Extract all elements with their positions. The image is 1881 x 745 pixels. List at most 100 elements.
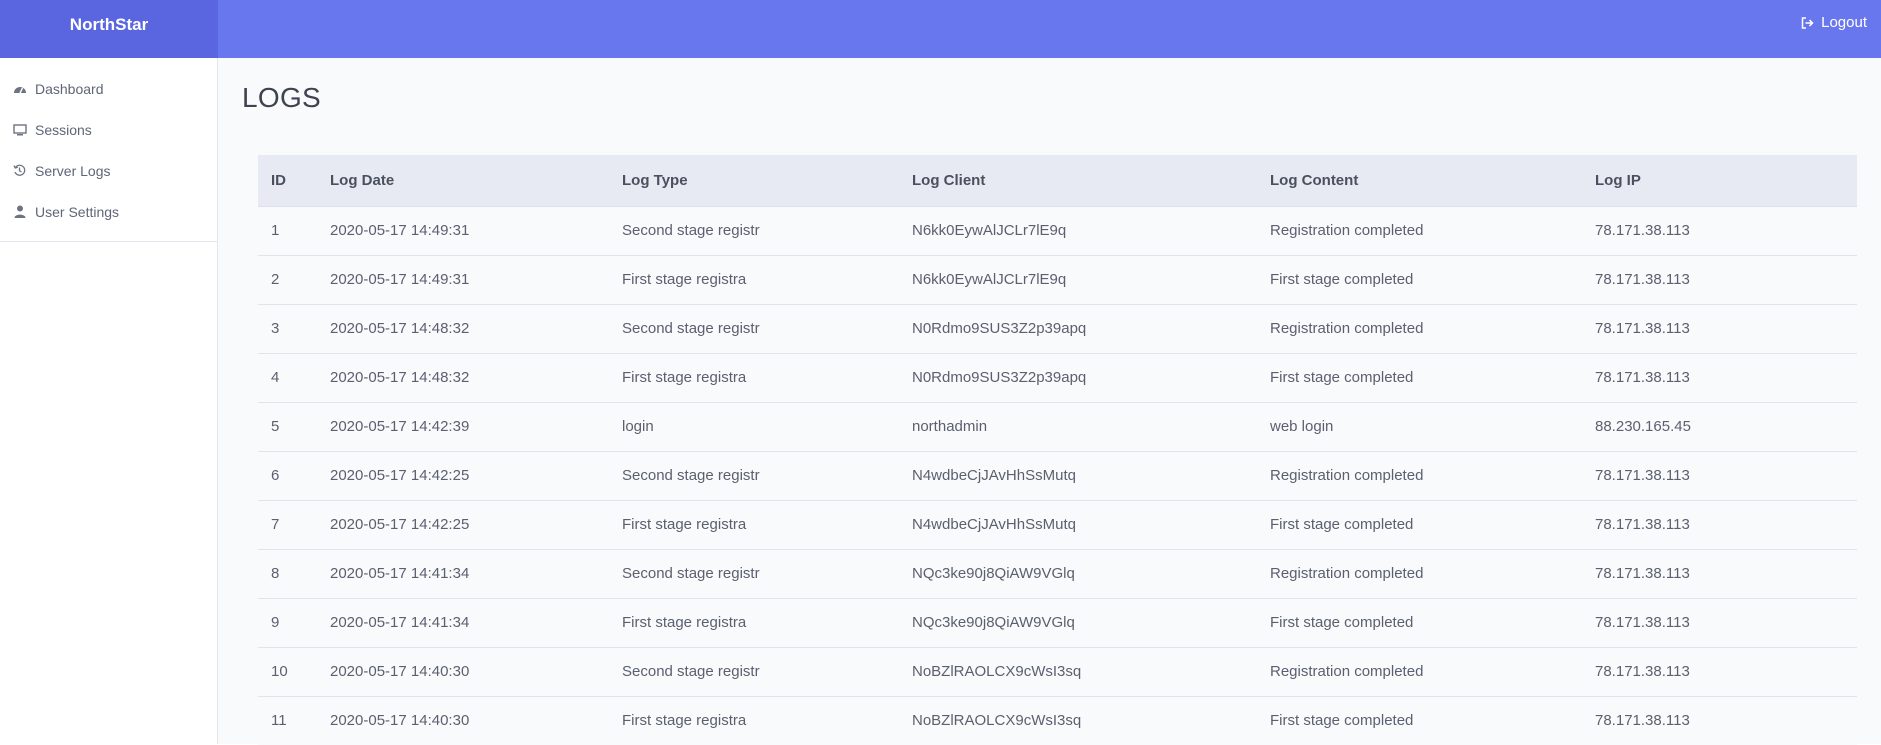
cell-log-content: Registration completed [1257, 646, 1582, 696]
cell-log-type: Second stage registr [609, 548, 899, 598]
cell-log-date: 2020-05-17 14:42:39 [317, 401, 609, 451]
cell-log-content: First stage completed [1257, 352, 1582, 402]
logout-button[interactable]: Logout [1801, 14, 1867, 31]
sidebar-item-sessions[interactable]: Sessions [0, 109, 217, 150]
cell-log-date: 2020-05-17 14:42:25 [317, 450, 609, 500]
cell-id: 2 [258, 254, 317, 304]
cell-id: 9 [258, 597, 317, 647]
table-row: 9 2020-05-17 14:41:34 First stage regist… [258, 597, 1857, 647]
history-icon [11, 162, 28, 179]
monitor-icon [11, 121, 28, 138]
cell-log-date: 2020-05-17 14:41:34 [317, 597, 609, 647]
table-row: 4 2020-05-17 14:48:32 First stage regist… [258, 352, 1857, 402]
cell-log-type: First stage registra [609, 499, 899, 549]
cell-log-type: First stage registra [609, 695, 899, 745]
cell-id: 6 [258, 450, 317, 500]
cell-log-date: 2020-05-17 14:48:32 [317, 303, 609, 353]
cell-log-ip: 78.171.38.113 [1582, 450, 1857, 500]
cell-log-content: Registration completed [1257, 548, 1582, 598]
cell-log-content: First stage completed [1257, 254, 1582, 304]
cell-id: 8 [258, 548, 317, 598]
cell-log-ip: 78.171.38.113 [1582, 352, 1857, 402]
cell-id: 7 [258, 499, 317, 549]
table-row: 6 2020-05-17 14:42:25 Second stage regis… [258, 450, 1857, 500]
cell-log-content: web login [1257, 401, 1582, 451]
user-icon [11, 203, 28, 220]
cell-log-type: First stage registra [609, 597, 899, 647]
cell-id: 4 [258, 352, 317, 402]
cell-log-type: First stage registra [609, 352, 899, 402]
sidebar-item-label: User Settings [35, 203, 120, 220]
cell-id: 11 [258, 695, 317, 745]
cell-log-content: First stage completed [1257, 695, 1582, 745]
table-row: 10 2020-05-17 14:40:30 Second stage regi… [258, 646, 1857, 696]
cell-log-type: Second stage registr [609, 646, 899, 696]
dashboard-icon [11, 80, 28, 97]
cell-log-date: 2020-05-17 14:49:31 [317, 254, 609, 304]
sidebar-item-label: Sessions [35, 121, 92, 138]
cell-log-ip: 78.171.38.113 [1582, 646, 1857, 696]
brand-logo[interactable]: NorthStar [0, 0, 218, 58]
cell-log-ip: 78.171.38.113 [1582, 254, 1857, 304]
cell-log-client: N6kk0EywAlJCLr7lE9q [899, 205, 1257, 255]
cell-log-client: NoBZlRAOLCX9cWsI3sq [899, 646, 1257, 696]
cell-log-client: NQc3ke90j8QiAW9VGlq [899, 548, 1257, 598]
cell-log-date: 2020-05-17 14:48:32 [317, 352, 609, 402]
logs-table-container: ID Log Date Log Type Log Client Log Cont… [258, 155, 1857, 745]
column-header-log-content[interactable]: Log Content [1257, 155, 1582, 206]
table-row: 8 2020-05-17 14:41:34 Second stage regis… [258, 548, 1857, 598]
column-header-log-type[interactable]: Log Type [609, 155, 899, 206]
cell-log-type: Second stage registr [609, 450, 899, 500]
table-row: 2 2020-05-17 14:49:31 First stage regist… [258, 254, 1857, 304]
cell-log-date: 2020-05-17 14:49:31 [317, 205, 609, 255]
page-title: LOGS [242, 82, 322, 113]
cell-id: 5 [258, 401, 317, 451]
cell-log-client: N4wdbeCjJAvHhSsMutq [899, 499, 1257, 549]
cell-log-ip: 78.171.38.113 [1582, 499, 1857, 549]
logout-label: Logout [1821, 14, 1867, 31]
cell-log-date: 2020-05-17 14:40:30 [317, 646, 609, 696]
cell-log-type: Second stage registr [609, 205, 899, 255]
table-body: 1 2020-05-17 14:49:31 Second stage regis… [258, 205, 1857, 745]
cell-log-date: 2020-05-17 14:42:25 [317, 499, 609, 549]
cell-log-ip: 78.171.38.113 [1582, 303, 1857, 353]
sidebar-item-label: Dashboard [35, 80, 104, 97]
cell-log-type: login [609, 401, 899, 451]
column-header-log-ip[interactable]: Log IP [1582, 155, 1857, 206]
column-header-log-date[interactable]: Log Date [317, 155, 609, 206]
cell-log-content: First stage completed [1257, 499, 1582, 549]
top-bar: NorthStar Logout [0, 0, 1881, 58]
cell-log-client: northadmin [899, 401, 1257, 451]
column-header-id[interactable]: ID [258, 155, 317, 206]
column-header-log-client[interactable]: Log Client [899, 155, 1257, 206]
cell-log-type: Second stage registr [609, 303, 899, 353]
cell-log-client: NoBZlRAOLCX9cWsI3sq [899, 695, 1257, 745]
cell-log-ip: 78.171.38.113 [1582, 695, 1857, 745]
cell-log-content: Registration completed [1257, 303, 1582, 353]
logs-table: ID Log Date Log Type Log Client Log Cont… [258, 155, 1857, 745]
main-content: LOGS ID Log Date Log Type Log Client Log… [218, 58, 1881, 745]
sidebar-item-label: Server Logs [35, 162, 111, 179]
cell-log-client: N0Rdmo9SUS3Z2p39apq [899, 352, 1257, 402]
table-header-row: ID Log Date Log Type Log Client Log Cont… [258, 155, 1857, 206]
cell-log-ip: 78.171.38.113 [1582, 548, 1857, 598]
cell-log-date: 2020-05-17 14:41:34 [317, 548, 609, 598]
cell-log-content: Registration completed [1257, 450, 1582, 500]
sidebar-item-server-logs[interactable]: Server Logs [0, 150, 217, 191]
cell-log-client: NQc3ke90j8QiAW9VGlq [899, 597, 1257, 647]
cell-log-client: N6kk0EywAlJCLr7lE9q [899, 254, 1257, 304]
cell-id: 3 [258, 303, 317, 353]
cell-id: 10 [258, 646, 317, 696]
table-row: 11 2020-05-17 14:40:30 First stage regis… [258, 695, 1857, 745]
cell-log-content: Registration completed [1257, 205, 1582, 255]
cell-id: 1 [258, 205, 317, 255]
sidebar-item-dashboard[interactable]: Dashboard [0, 68, 217, 109]
cell-log-ip: 78.171.38.113 [1582, 597, 1857, 647]
sidebar-item-user-settings[interactable]: User Settings [0, 191, 217, 232]
table-row: 7 2020-05-17 14:42:25 First stage regist… [258, 499, 1857, 549]
sidebar: Dashboard Sessions Server Logs User Sett… [0, 58, 218, 744]
cell-log-date: 2020-05-17 14:40:30 [317, 695, 609, 745]
cell-log-ip: 88.230.165.45 [1582, 401, 1857, 451]
table-row: 3 2020-05-17 14:48:32 Second stage regis… [258, 303, 1857, 353]
logout-icon [1801, 16, 1814, 29]
